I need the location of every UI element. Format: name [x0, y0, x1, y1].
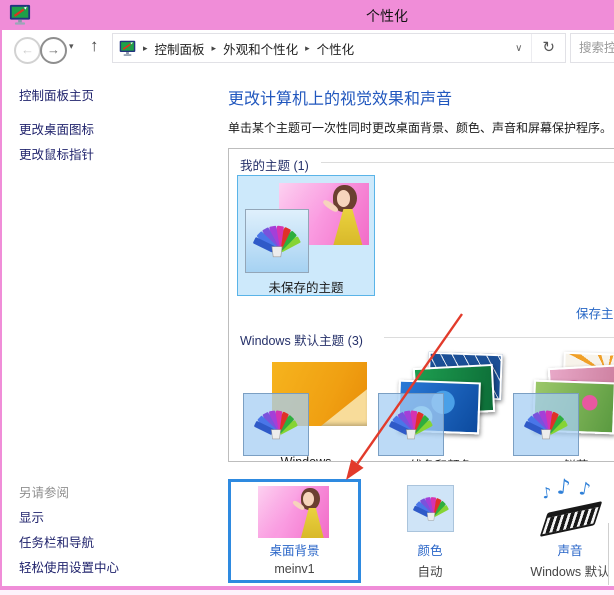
clipped-next-item-edge	[608, 523, 609, 585]
color-fan-icon	[389, 407, 433, 442]
history-dropdown-button[interactable]: ▾	[69, 41, 74, 52]
window-border-left	[0, 30, 2, 586]
theme-tile-flowers[interactable]: 鲜花	[507, 353, 614, 462]
theme-colors-icon	[243, 393, 309, 456]
desktop-background-value: meinv1	[231, 562, 358, 576]
divider	[384, 337, 614, 338]
windows-default-themes-header: Windows 默认主题 (3)	[240, 330, 363, 349]
color-item[interactable]	[407, 485, 454, 532]
refresh-icon[interactable]: ↻	[531, 34, 565, 62]
sidebar-item-display[interactable]: 显示	[19, 507, 44, 526]
sound-value: Windows 默认	[515, 561, 614, 580]
music-note-icon: ♪	[556, 474, 572, 499]
forward-icon: →	[47, 42, 60, 57]
theme-colors-icon	[245, 209, 309, 273]
desktop-background-item[interactable]: 桌面背景 meinv1	[228, 479, 361, 583]
color-fan-icon	[254, 407, 298, 442]
up-button[interactable]: ↑	[90, 36, 99, 56]
sidebar-item-change-desktop-icons[interactable]: 更改桌面图标	[19, 119, 94, 138]
sound-label[interactable]: 声音	[535, 540, 605, 559]
back-icon: ←	[21, 42, 34, 57]
desktop-background-thumbnail	[258, 486, 329, 538]
theme-colors-icon	[513, 393, 579, 456]
theme-name: 未保存的主题	[238, 277, 374, 296]
girl-dress	[333, 209, 363, 245]
breadcrumb-separator-icon: ▸	[298, 43, 317, 54]
theme-tile-windows[interactable]: Windows	[237, 353, 375, 462]
girl-face	[337, 190, 351, 207]
divider	[321, 162, 614, 163]
save-theme-link[interactable]: 保存主题	[576, 303, 614, 322]
themes-list: 我的主题 (1) 未保存的主题 保存主题 Windows 默认主题 (3)	[228, 148, 614, 462]
see-also-header: 另请参阅	[19, 482, 69, 501]
address-dropdown-icon[interactable]: ∨	[506, 43, 531, 54]
back-button[interactable]: ←	[14, 37, 41, 64]
desktop-background-label[interactable]: 桌面背景	[231, 540, 358, 559]
titlebar: 个性化	[0, 0, 614, 30]
color-value: 自动	[395, 561, 465, 580]
color-fan-icon	[524, 407, 568, 442]
breadcrumb-personalization[interactable]: 个性化	[317, 39, 355, 58]
search-box	[570, 33, 614, 63]
search-input[interactable]	[571, 34, 614, 62]
navigation-bar: ← → ▾ ↑ ▸ 控制面板 ▸ 外观和个性化 ▸ 个性化 ∨ ↻	[2, 30, 614, 66]
sound-item[interactable]: ♪ ♪ ♪	[542, 481, 600, 535]
theme-name: Windows	[237, 455, 375, 462]
address-monitor-icon	[119, 40, 136, 57]
sidebar-item-taskbar-navigation[interactable]: 任务栏和导航	[19, 532, 94, 551]
theme-tile-unsaved[interactable]: 未保存的主题	[237, 175, 375, 296]
breadcrumb-separator-icon: ▸	[136, 43, 155, 54]
breadcrumb-appearance[interactable]: 外观和个性化	[223, 39, 298, 58]
keyboard-icon	[540, 501, 603, 537]
my-themes-header: 我的主题 (1)	[240, 155, 309, 174]
breadcrumb-separator-icon: ▸	[205, 43, 224, 54]
desktop-strip	[0, 590, 614, 595]
window-title: 个性化	[160, 6, 614, 26]
page-title: 更改计算机上的视觉效果和声音	[228, 85, 452, 109]
app-display-icon[interactable]	[9, 4, 31, 26]
address-bar[interactable]: ▸ 控制面板 ▸ 外观和个性化 ▸ 个性化 ∨ ↻	[112, 33, 566, 63]
theme-name: 线条和颜色	[372, 455, 510, 462]
theme-colors-icon	[378, 393, 444, 456]
page-subtitle: 单击某个主题可一次性同时更改桌面背景、颜色、声音和屏幕保护程序。	[228, 119, 612, 136]
sidebar-item-change-mouse-pointers[interactable]: 更改鼠标指针	[19, 144, 94, 163]
sidebar-item-ease-of-access[interactable]: 轻松使用设置中心	[19, 557, 119, 576]
girl-dress	[301, 508, 324, 538]
breadcrumb-control-panel[interactable]: 控制面板	[155, 39, 205, 58]
color-label[interactable]: 颜色	[395, 540, 465, 559]
color-fan-icon	[253, 222, 301, 260]
theme-name: 鲜花	[507, 455, 614, 462]
forward-button[interactable]: →	[40, 37, 67, 64]
music-note-icon: ♪	[577, 478, 592, 501]
color-fan-icon	[413, 494, 449, 523]
theme-tile-lines-colors[interactable]: 线条和颜色	[372, 353, 510, 462]
music-note-icon: ♪	[541, 483, 553, 502]
personalization-window: 个性化 ← → ▾ ↑ ▸ 控制面板 ▸ 外观和个性化 ▸ 个性化 ∨ ↻ 控制…	[0, 0, 614, 595]
sidebar-item-control-panel-home[interactable]: 控制面板主页	[19, 85, 94, 104]
